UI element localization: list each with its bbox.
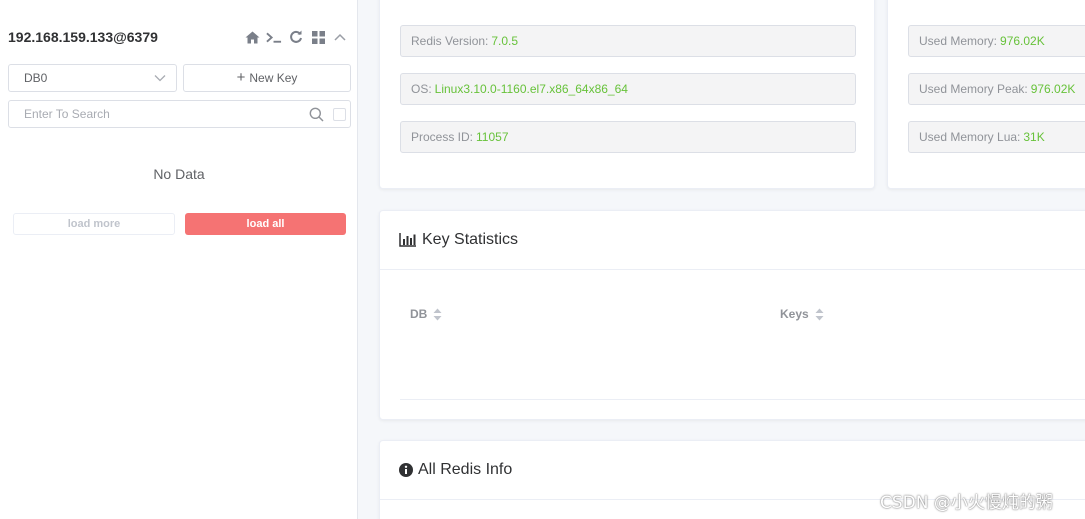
chevron-down-icon <box>154 74 166 82</box>
connection-actions <box>244 29 348 45</box>
chevron-up-icon[interactable] <box>332 29 348 45</box>
used-memory-label: Used Memory: <box>919 34 998 48</box>
redis-version-tag: Redis Version: 7.0.5 <box>400 25 856 57</box>
used-memory-peak-label: Used Memory Peak: <box>919 82 1028 96</box>
used-memory-tag: Used Memory: 976.02K <box>908 25 1085 57</box>
os-label: OS: <box>411 82 432 96</box>
connection-header: 192.168.159.133@6379 <box>8 26 348 48</box>
used-memory-value: 976.02K <box>1000 34 1045 48</box>
db-select-value: DB0 <box>24 71 48 85</box>
server-info-card: Redis Version: 7.0.5 OS: Linux3.10.0-116… <box>379 0 875 189</box>
new-key-label: New Key <box>249 71 298 85</box>
refresh-icon[interactable] <box>288 29 304 45</box>
exact-search-checkbox[interactable] <box>333 108 346 121</box>
connection-sidebar: 192.168.159.133@6379 DB0 + New Key Enter… <box>0 0 358 519</box>
search-input[interactable] <box>24 107 294 121</box>
search-icon[interactable] <box>309 107 324 122</box>
os-value: Linux3.10.0-1160.el7.x86_64x86_64 <box>434 82 628 96</box>
table-divider <box>400 399 1085 400</box>
used-memory-lua-tag: Used Memory Lua: 31K <box>908 121 1085 153</box>
home-icon[interactable] <box>244 29 260 45</box>
terminal-icon[interactable] <box>266 29 282 45</box>
status-content: Redis Version: 7.0.5 OS: Linux3.10.0-116… <box>358 0 1085 519</box>
os-tag: OS: Linux3.10.0-1160.el7.x86_64x86_64 <box>400 73 856 105</box>
used-memory-lua-value: 31K <box>1023 130 1045 144</box>
key-statistics-title: Key Statistics <box>422 231 519 248</box>
process-id-label: Process ID: <box>411 130 474 144</box>
load-all-button[interactable]: load all <box>185 213 346 235</box>
column-header-keys[interactable]: Keys <box>780 307 824 321</box>
all-redis-info-title: All Redis Info <box>418 461 513 478</box>
grid-icon[interactable] <box>310 29 326 45</box>
process-id-value: 11057 <box>476 130 509 144</box>
info-circle-icon <box>399 463 413 477</box>
key-statistics-card: Key Statistics DB Keys <box>379 210 1085 420</box>
redis-version-label: Redis Version: <box>411 34 489 48</box>
search-box <box>8 100 351 128</box>
column-db-label: DB <box>410 307 428 321</box>
plus-icon: + <box>236 69 246 86</box>
used-memory-peak-value: 976.02K <box>1030 82 1076 96</box>
connection-title: 192.168.159.133@6379 <box>8 29 158 45</box>
used-memory-peak-tag: Used Memory Peak: 976.02K <box>908 73 1085 105</box>
process-id-tag: Process ID: 11057 <box>400 121 856 153</box>
used-memory-lua-label: Used Memory Lua: <box>919 130 1021 144</box>
load-more-button[interactable]: load more <box>13 213 175 235</box>
redis-version-value: 7.0.5 <box>491 34 519 48</box>
sort-caret-icon[interactable] <box>433 308 442 321</box>
db-select[interactable]: DB0 <box>8 64 177 92</box>
watermark: CSDN @小火慢炖的粥 <box>880 493 1053 513</box>
key-statistics-header: Key Statistics <box>380 211 1085 270</box>
empty-key-list: No Data <box>153 166 205 182</box>
new-key-button[interactable]: + New Key <box>183 64 351 92</box>
column-keys-label: Keys <box>780 307 809 321</box>
memory-info-card: Used Memory: 976.02K Used Memory Peak: 9… <box>887 0 1085 189</box>
column-header-db[interactable]: DB <box>410 307 442 321</box>
bar-chart-icon <box>399 233 417 247</box>
sort-caret-icon[interactable] <box>815 308 824 321</box>
